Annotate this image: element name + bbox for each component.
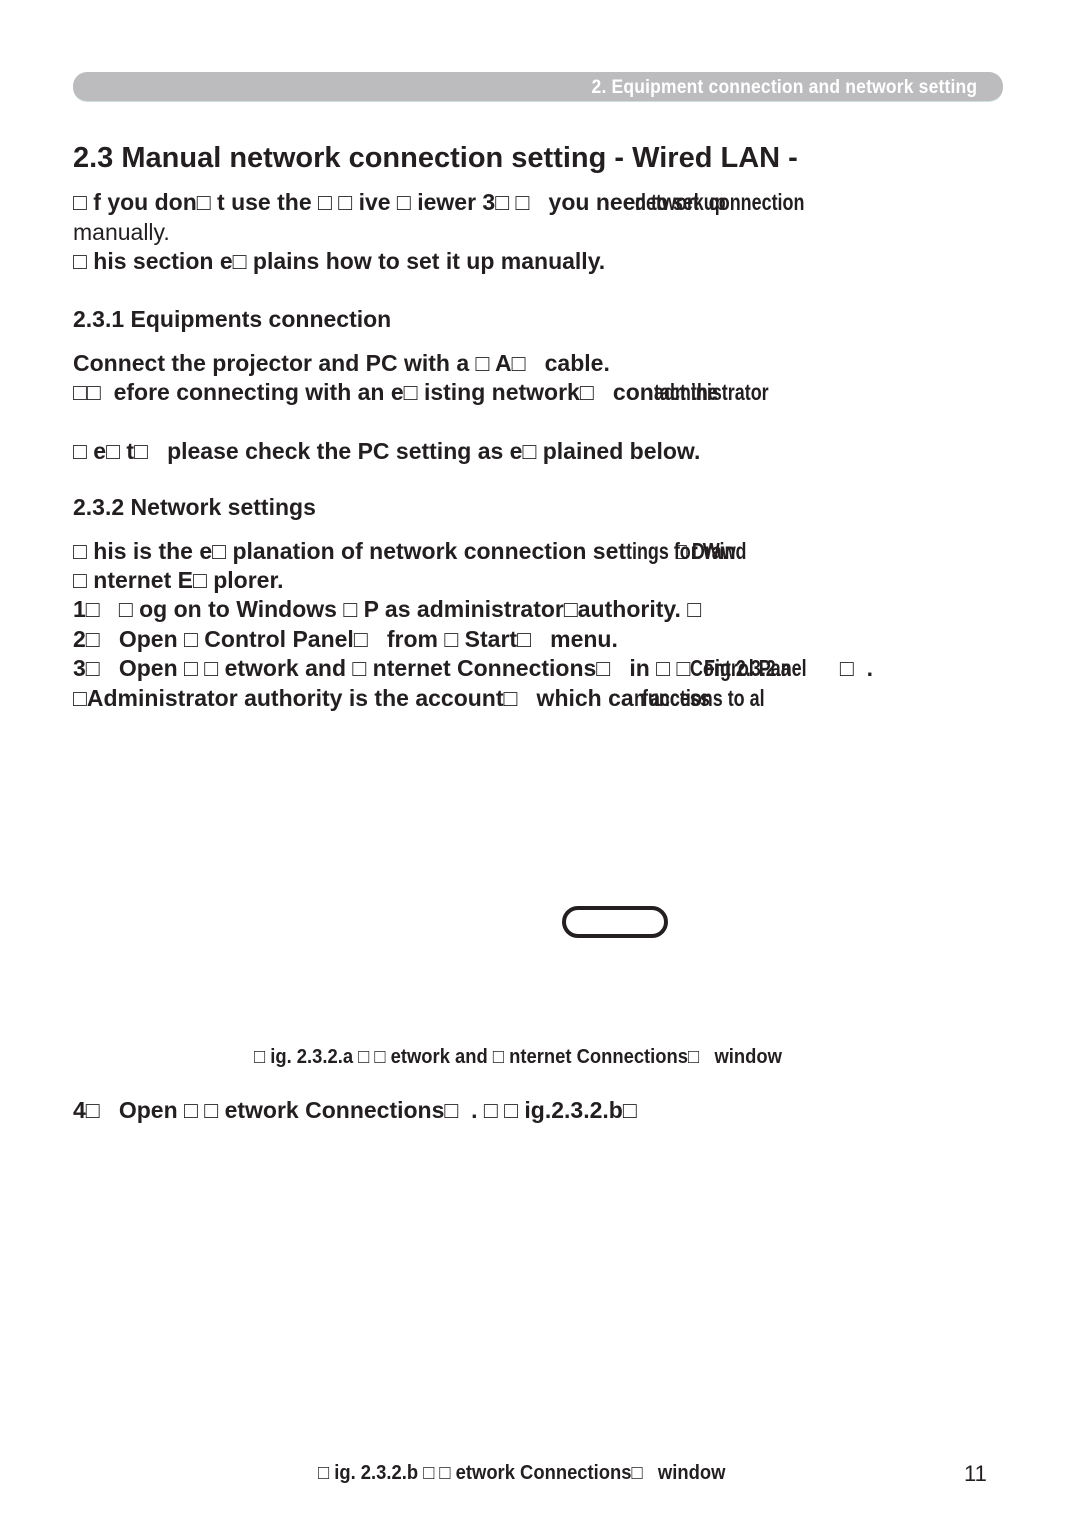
subsection-2-line-1-text: □ his is the e□ planation of network con… [73, 538, 627, 564]
subsection-1-line-1: Connect the projector and PC with a □ A□… [73, 350, 610, 376]
overprint-b: □ Draw [676, 538, 736, 564]
page-number: 11 [964, 1461, 987, 1486]
subsection-2-line-1: □ his is the e□ planation of network con… [73, 538, 780, 565]
access-overprint: n access functions to al [634, 685, 765, 712]
subsection-1-line-2-text: □□ efore connecting with an e□ isting ne… [73, 379, 654, 405]
contact-overprint: tact the administrator [654, 379, 769, 406]
subsection-1-title: 2.3.1 Equipments connection [73, 306, 392, 332]
subsection-1-line-3: □ e□ t□ please check the PC setting as e… [73, 438, 701, 464]
intro-line-1: □ f you don□ t use the □ □ ive □ iewer 3… [73, 189, 805, 216]
subsection-1-line-2: □□ efore connecting with an e□ isting ne… [73, 379, 769, 406]
step-4: 4□ Open □ □ etwork Connections□ . □ □ ig… [73, 1097, 637, 1123]
chapter-header-title: 2. Equipment connection and network sett… [591, 77, 977, 98]
step-3: 3□ Open □ □ etwork and □ nternet Connect… [73, 655, 873, 682]
admin-note-text: □Administrator authority is the account□… [73, 685, 634, 711]
overprint-b: functions to al [641, 685, 765, 711]
intro-overprint: d to set up network connection [635, 189, 804, 216]
subsection-2-line-2: □ nternet E□ plorer. [73, 567, 284, 593]
figure-a-caption: □ ig. 2.3.2.a □ □ etwork and □ nternet C… [254, 1046, 782, 1068]
overprint-b: administrator [653, 379, 769, 405]
settings-overprint: tings for Wind □ Draw [626, 538, 780, 565]
intro-line-1-text: □ f you don□ t use the □ □ ive □ iewer 3… [73, 189, 636, 215]
chapter-header-bar: 2. Equipment connection and network sett… [73, 72, 1003, 101]
section-title: 2.3 Manual network connection setting - … [73, 142, 798, 174]
intro-line-2: □ his section e□ plains how to set it up… [73, 248, 606, 274]
step-1: 1□ □ og on to Windows □ P as administrat… [73, 596, 702, 622]
step-3-end: □ . [839, 655, 873, 681]
intro-line-1-cont: manually. [73, 219, 170, 245]
control-panel-overprint: Control Panel Fig.2.3.2.a [690, 655, 840, 682]
figure-b-caption: □ ig. 2.3.2.b □ □ etwork Connections□ wi… [318, 1462, 726, 1484]
subsection-2-title: 2.3.2 Network settings [73, 494, 316, 520]
admin-note: □Administrator authority is the account□… [73, 685, 765, 712]
figure-highlight-outline [562, 906, 668, 938]
overprint-b: network connection [635, 189, 805, 215]
step-3-text: 3□ Open □ □ etwork and □ nternet Connect… [73, 655, 691, 681]
overprint-b: Fig.2.3.2.a [704, 655, 792, 681]
step-2: 2□ Open □ Control Panel□ from □ Start□ m… [73, 626, 618, 652]
